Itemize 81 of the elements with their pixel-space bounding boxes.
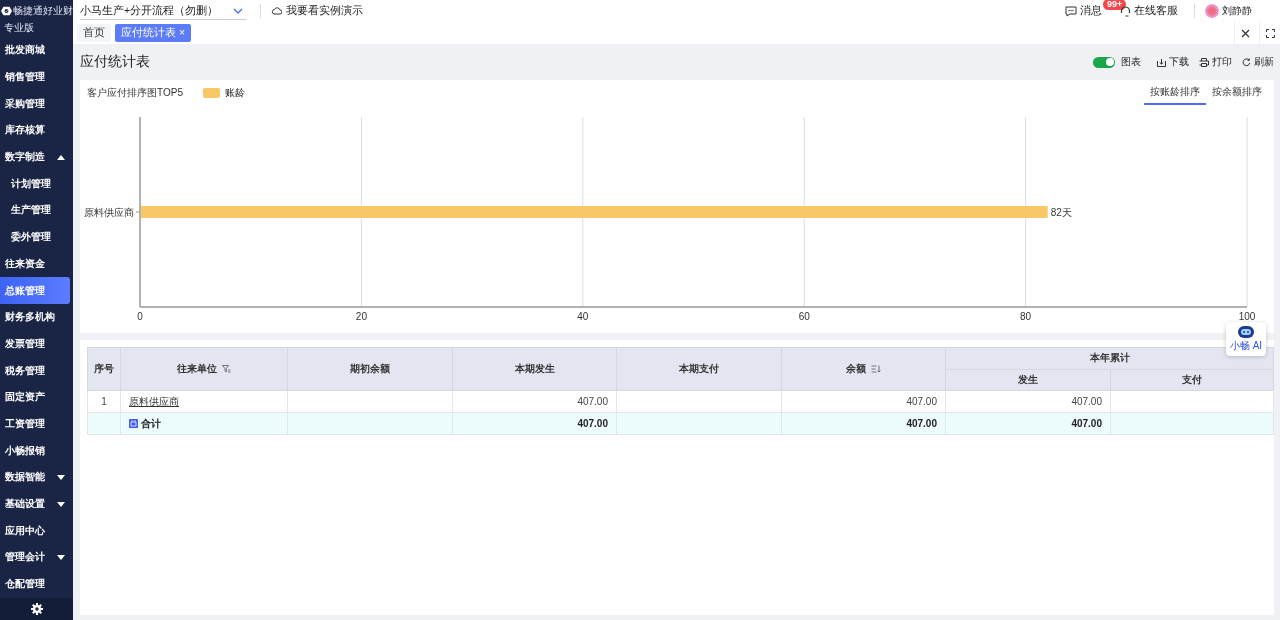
- axis-tick-label: 60: [798, 311, 810, 322]
- filter-icon[interactable]: [222, 365, 231, 373]
- page-tab[interactable]: 首页: [77, 24, 111, 42]
- sort-tab[interactable]: 按余额排序: [1206, 80, 1268, 105]
- chart-toggle[interactable]: [1093, 56, 1115, 68]
- column-header: 余额: [781, 347, 946, 391]
- table-cell: 407.00: [945, 390, 1111, 413]
- sidebar-subitem[interactable]: 委外管理: [0, 223, 73, 251]
- fullscreen-icon[interactable]: [1265, 28, 1275, 38]
- notification-badge: 99+: [1103, 0, 1127, 10]
- axis-tick-label: 20: [355, 311, 367, 322]
- sidebar-item[interactable]: 仓配管理: [0, 570, 73, 598]
- sidebar-subitem[interactable]: 计划管理: [0, 170, 73, 198]
- refresh-icon: [1242, 57, 1251, 67]
- edition-label: 专业版: [3, 21, 35, 35]
- table-cell: 1: [87, 390, 121, 413]
- column-header: 发生: [945, 369, 1111, 391]
- sidebar-item[interactable]: 发票管理: [0, 330, 73, 358]
- column-header: 序号: [87, 347, 121, 391]
- service-link[interactable]: 在线客服: [1134, 4, 1178, 18]
- chevron-icon: [233, 7, 243, 14]
- page-tab[interactable]: 应付统计表 ×: [115, 24, 192, 42]
- company-select[interactable]: 小马生产+分开流程（勿删）: [80, 2, 246, 20]
- sidebar-item[interactable]: 采购管理: [0, 90, 73, 118]
- table-cell: 407.00: [781, 390, 946, 413]
- sidebar-subitem[interactable]: 生产管理: [0, 197, 73, 224]
- user-name[interactable]: 刘静静: [1222, 4, 1252, 18]
- supplier-link[interactable]: 原料供应商: [129, 395, 179, 407]
- action-link[interactable]: 刷新: [1254, 55, 1274, 69]
- axis-tick-label: 0: [137, 311, 143, 322]
- page-title: 应付统计表: [80, 53, 150, 71]
- settings-icon[interactable]: [30, 603, 43, 615]
- robot-icon: [1235, 325, 1257, 339]
- action-link[interactable]: 下载: [1169, 55, 1189, 69]
- sidebar-item[interactable]: 固定资产: [0, 383, 73, 411]
- sidebar-item[interactable]: 往来资金: [0, 250, 73, 278]
- download-icon: [1157, 57, 1166, 67]
- cloud-icon: [271, 7, 282, 15]
- avatar[interactable]: [1205, 4, 1219, 18]
- sidebar-item[interactable]: 小畅报销: [0, 437, 73, 464]
- legend-label: 账龄: [224, 85, 245, 100]
- axis-tick-label: 40: [577, 311, 589, 322]
- sidebar-item[interactable]: 总账管理: [0, 277, 70, 304]
- axis-tick: [135, 211, 141, 213]
- value-label: 82天: [1050, 206, 1072, 218]
- headset-icon: [1120, 5, 1131, 17]
- column-header: 期初余额: [287, 347, 453, 391]
- sidebar-item[interactable]: 库存核算: [0, 117, 73, 144]
- sort-icon[interactable]: [871, 365, 881, 373]
- sidebar-item[interactable]: 管理会计: [0, 544, 73, 571]
- table-cell: 407.00: [781, 412, 946, 435]
- sidebar-item[interactable]: 应用中心: [0, 517, 73, 545]
- axis-tick-label: 80: [1020, 311, 1032, 322]
- close-icon[interactable]: [1240, 28, 1250, 38]
- axis-tick-label: 100: [1238, 311, 1256, 322]
- sidebar-item[interactable]: 批发商城: [0, 37, 73, 64]
- table-cell: 407.00: [452, 390, 617, 413]
- sidebar-item[interactable]: 销售管理: [0, 63, 73, 91]
- category-label: 原料供应商: [84, 206, 134, 218]
- sidebar-item[interactable]: 数字制造: [0, 143, 73, 171]
- toggle-label: 图表: [1121, 55, 1141, 69]
- printer-icon: [1199, 57, 1209, 67]
- column-header: 往来单位: [120, 347, 288, 391]
- table-cell: 407.00: [945, 412, 1111, 435]
- demo-link[interactable]: 我要看实例演示: [286, 4, 363, 18]
- sidebar-item[interactable]: 工资管理: [0, 410, 73, 438]
- action-link[interactable]: 打印: [1212, 55, 1232, 69]
- brand-name: 畅捷通好业财: [13, 4, 73, 18]
- column-header: 本期发生: [452, 347, 617, 391]
- chart-title: 客户应付排序图TOP5: [87, 85, 183, 100]
- total-label: 合计: [141, 416, 161, 431]
- sidebar-item[interactable]: 数据智能: [0, 464, 73, 491]
- sidebar-item[interactable]: 基础设置: [0, 490, 73, 518]
- sidebar-item[interactable]: 税务管理: [0, 357, 73, 384]
- messages-link[interactable]: 消息: [1080, 4, 1102, 18]
- sidebar-item[interactable]: 财务多机构: [0, 303, 73, 331]
- chat-icon: [1065, 5, 1077, 17]
- calendar-icon: [129, 419, 138, 428]
- column-header: 本期支付: [616, 347, 782, 391]
- table-cell: 407.00: [452, 412, 617, 435]
- sort-tab[interactable]: 按账龄排序: [1144, 80, 1206, 105]
